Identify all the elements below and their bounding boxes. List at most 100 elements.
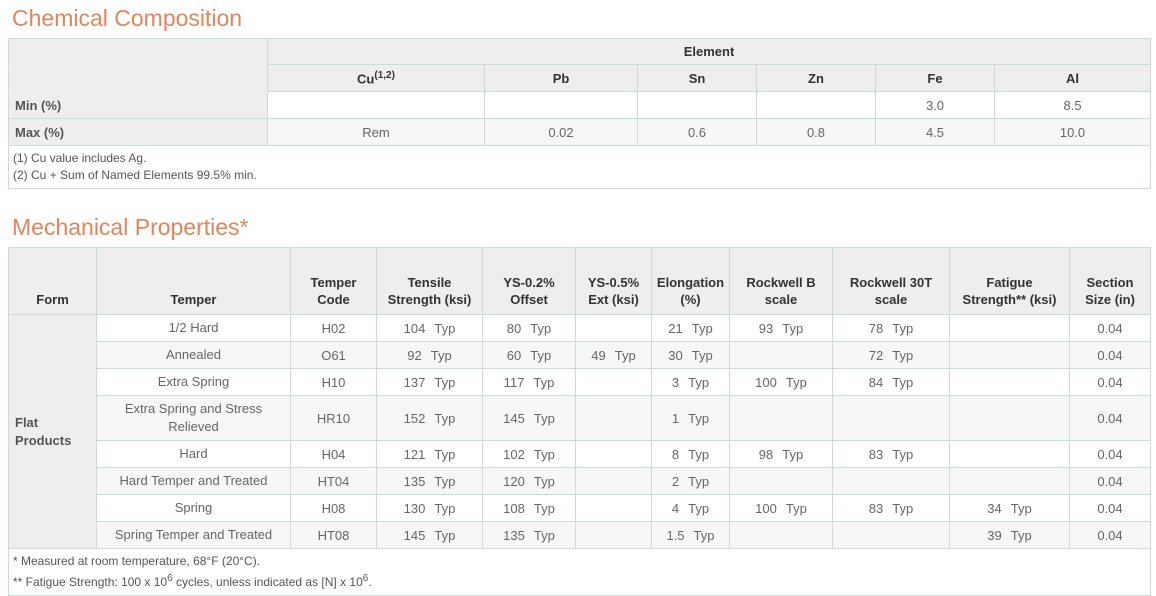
value-number: 92 [407, 347, 422, 363]
row-label: Max (%) [8, 118, 268, 146]
value-number: 130 [403, 500, 426, 516]
typ-value: 135 Typ [503, 528, 555, 543]
temper-code-cell: HT08 [290, 521, 377, 549]
cell: 0.02 [484, 118, 638, 146]
temper-cell: Annealed [96, 341, 291, 369]
mechanical-properties-table: Form Temper Temper Code Tensile Strength… [8, 247, 1151, 596]
elong-cell: 1.5 Typ [651, 521, 730, 549]
header-fatigue-strength: Fatigue Strength** (ksi) [949, 247, 1070, 315]
header-section-size: Section Size (in) [1069, 247, 1151, 315]
rb-cell [729, 521, 833, 549]
temper-cell: 1/2 Hard [96, 314, 291, 342]
ys05-cell [575, 467, 652, 495]
typ-label: Typ [688, 473, 710, 489]
header-elongation: Elongation (%) [651, 247, 730, 315]
elong-cell: 4 Typ [651, 494, 730, 522]
typ-label: Typ [533, 374, 555, 390]
typ-value: 92 Typ [407, 348, 451, 363]
fatigue-cell [949, 341, 1070, 369]
rb-cell: 93 Typ [729, 314, 833, 342]
section-size-cell: 0.04 [1069, 395, 1151, 441]
ys02-cell: 145 Typ [482, 395, 576, 441]
ys05-cell [575, 494, 652, 522]
temper-cell: Extra Spring [96, 368, 291, 396]
typ-value: 21 Typ [668, 321, 712, 336]
table-row: Flat Products 1/2 Hard H02 104 Typ 80 Typ 21 Typ… [8, 314, 1151, 549]
typ-label: Typ [688, 374, 710, 390]
value-number: 21 [668, 320, 683, 336]
tensile-cell: 92 Typ [376, 341, 483, 369]
temper-cell: Hard Temper and Treated [96, 467, 291, 495]
ys05-cell [575, 440, 652, 468]
tensile-cell: 130 Typ [376, 494, 483, 522]
typ-value: 98 Typ [759, 447, 803, 462]
typ-value: 30 Typ [668, 348, 712, 363]
cell: 8.5 [993, 91, 1152, 119]
rb-cell [729, 341, 833, 369]
footnote: * Measured at room temperature, 68°F (20… [13, 554, 261, 568]
element-header: Sn [637, 64, 757, 92]
section-size-cell: 0.04 [1069, 494, 1151, 522]
table-row: Spring Temper and Treated HT08 145 Typ 135 Ty… [9, 521, 1151, 549]
typ-label: Typ [533, 500, 555, 516]
ys05-cell [575, 521, 652, 549]
typ-label: Typ [533, 446, 555, 462]
table-row: Hard Temper and Treated HT04 135 Typ 120 Typ 2… [9, 467, 1151, 495]
typ-label: Typ [434, 446, 456, 462]
typ-label: Typ [533, 410, 555, 426]
fatigue-cell [949, 368, 1070, 396]
value-number: 8 [671, 446, 680, 462]
typ-value: 100 Typ [755, 375, 807, 390]
typ-value: 84 Typ [869, 375, 913, 390]
value-number: 145 [503, 410, 525, 426]
element-header: Pb [484, 64, 638, 92]
r30t-cell: 84 Typ [832, 368, 950, 396]
ys05-cell [575, 314, 652, 342]
corner-cell [8, 38, 268, 65]
page: Chemical Composition Element Cu(1,2) Pb … [0, 0, 1156, 596]
typ-label: Typ [434, 374, 456, 390]
value-number: 84 [868, 374, 884, 390]
typ-value: 93 Typ [759, 321, 803, 336]
typ-value: 1.5 Typ [666, 528, 714, 543]
value-number: 3 [671, 374, 680, 390]
elong-cell: 2 Typ [651, 467, 730, 495]
element-group-header: Element [266, 38, 1152, 65]
rb-cell: 98 Typ [729, 440, 833, 468]
table-row: Min (%) 3.0 8.5 [8, 91, 1152, 119]
typ-label: Typ [688, 446, 710, 462]
typ-label: Typ [434, 500, 456, 516]
typ-value: 137 Typ [404, 375, 456, 390]
typ-label: Typ [892, 374, 914, 390]
typ-label: Typ [533, 473, 555, 489]
chemical-composition-title: Chemical Composition [12, 5, 243, 31]
section-size-cell: 0.04 [1069, 314, 1151, 342]
elong-cell: 30 Typ [651, 341, 730, 369]
typ-label: Typ [434, 410, 456, 426]
footnote: ** Fatigue Strength: 100 x 106 cycles, u… [13, 573, 372, 589]
value-number: 108 [503, 500, 525, 516]
section-size-cell: 0.04 [1069, 467, 1151, 495]
fatigue-cell [949, 395, 1070, 441]
typ-label: Typ [1010, 500, 1032, 516]
elong-cell: 8 Typ [651, 440, 730, 468]
header-temper: Temper [96, 247, 291, 315]
cell [637, 91, 757, 119]
section-size-cell: 0.04 [1069, 341, 1151, 369]
table-row: Extra Spring H10 137 Typ 117 Typ 3 Typ 100 Typ 84 T… [9, 368, 1151, 396]
ys05-cell: 49 Typ [575, 341, 652, 369]
rb-cell [729, 395, 833, 441]
rb-cell: 100 Typ [729, 368, 833, 396]
temper-code-cell: O61 [290, 341, 377, 369]
typ-label: Typ [785, 500, 807, 516]
chemical-composition-table: Element Cu(1,2) Pb Sn Zn Fe Al Min (%) 3… [7, 38, 1152, 189]
mechanical-properties-title: Mechanical Properties* [12, 214, 249, 240]
typ-label: Typ [693, 527, 715, 543]
temper-code-cell: H04 [290, 440, 377, 468]
ys02-cell: 120 Typ [482, 467, 576, 495]
typ-value: 83 Typ [869, 501, 913, 516]
typ-value: 39 Typ [987, 528, 1031, 543]
r30t-cell: 83 Typ [832, 494, 950, 522]
section-size-cell: 0.04 [1069, 440, 1151, 468]
value-number: 78 [868, 320, 884, 336]
